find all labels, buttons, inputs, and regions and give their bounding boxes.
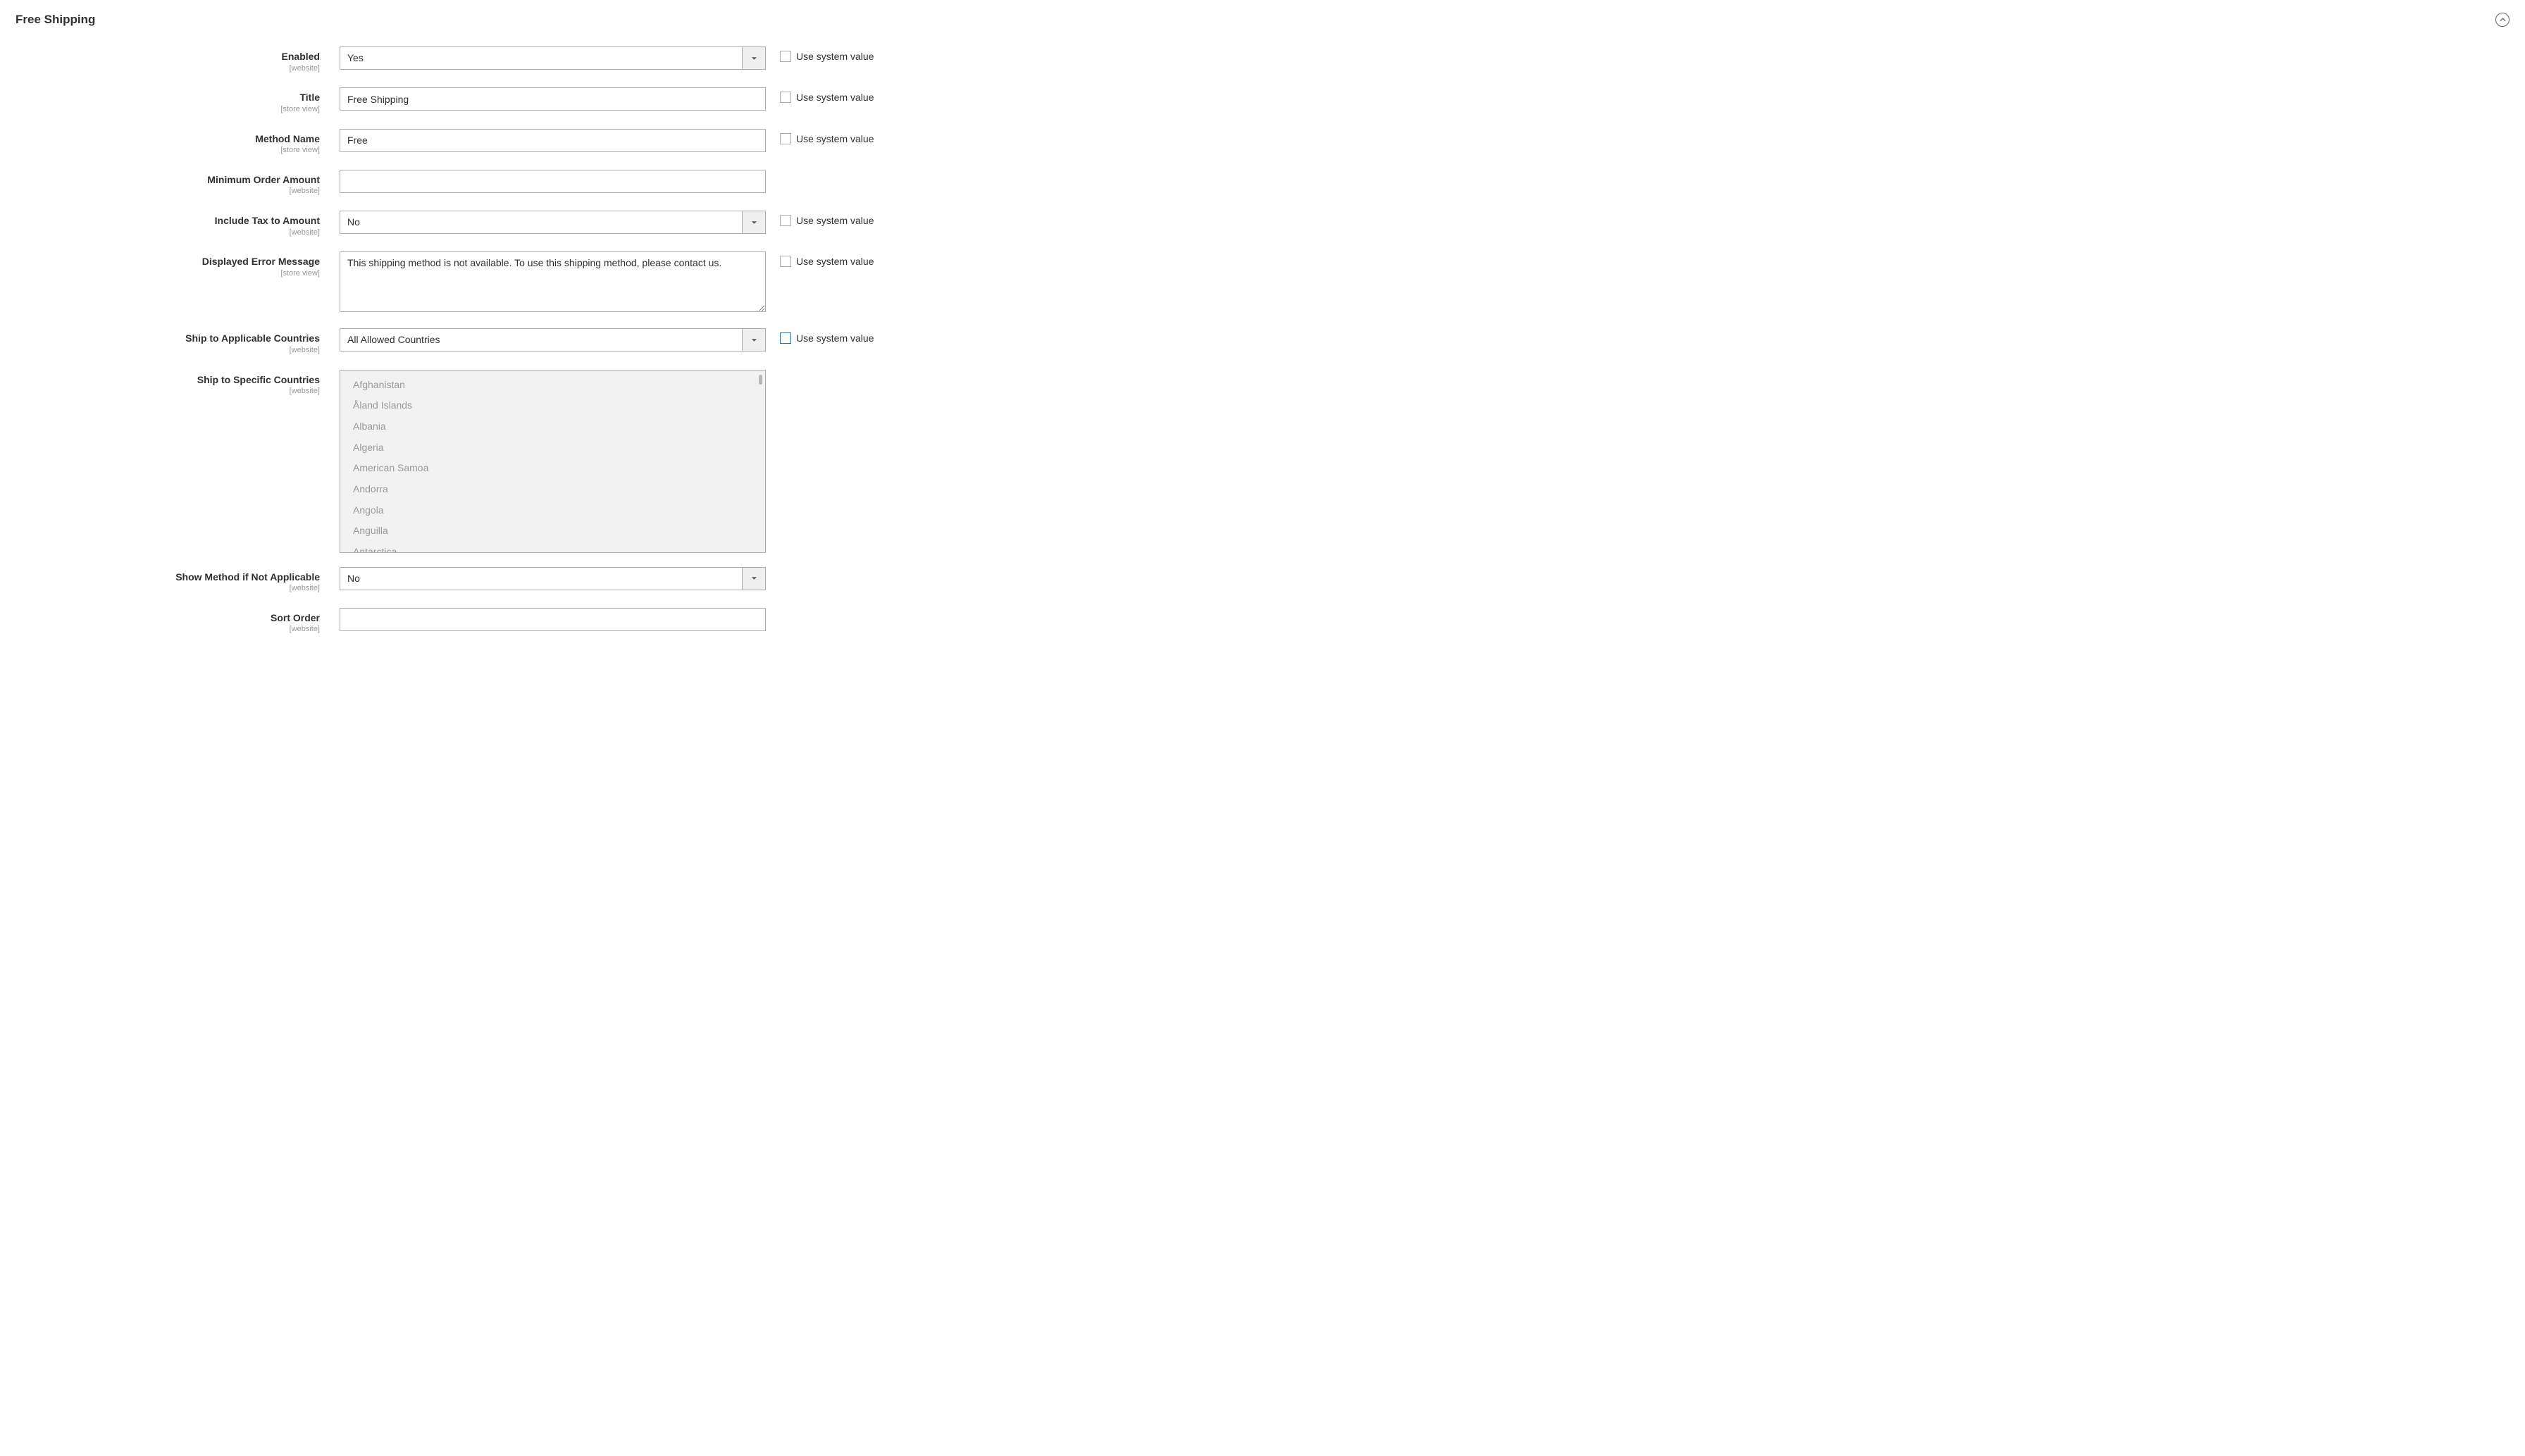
error-msg-use-system-checkbox[interactable]	[780, 256, 791, 267]
scope-include-tax: [website]	[15, 228, 320, 238]
country-option[interactable]: Åland Islands	[340, 395, 765, 416]
error-msg-use-system[interactable]: Use system value	[766, 251, 874, 267]
enabled-select-btn[interactable]	[742, 47, 765, 69]
scope-title: [store view]	[15, 105, 320, 115]
label-min-order: Minimum Order Amount	[15, 174, 320, 187]
ship-applicable-select[interactable]: All Allowed Countries	[340, 328, 766, 351]
ship-applicable-use-system[interactable]: Use system value	[766, 328, 874, 344]
country-option[interactable]: Algeria	[340, 437, 765, 459]
country-option[interactable]: Albania	[340, 416, 765, 437]
scope-error-msg: [store view]	[15, 269, 320, 279]
sort-order-input[interactable]	[340, 608, 766, 631]
label-ship-specific: Ship to Specific Countries	[15, 374, 320, 387]
country-option[interactable]: Afghanistan	[340, 375, 765, 396]
chevron-down-icon	[751, 576, 757, 580]
title-use-system[interactable]: Use system value	[766, 87, 874, 103]
label-method-name: Method Name	[15, 133, 320, 146]
scope-method-name: [store view]	[15, 146, 320, 156]
include-tax-use-system-checkbox[interactable]	[780, 215, 791, 226]
include-tax-select[interactable]: No	[340, 211, 766, 234]
chevron-down-icon	[751, 338, 757, 342]
scope-min-order: [website]	[15, 187, 320, 197]
scope-enabled: [website]	[15, 64, 320, 74]
show-method-select[interactable]: No	[340, 567, 766, 590]
label-include-tax: Include Tax to Amount	[15, 215, 320, 228]
enabled-use-system[interactable]: Use system value	[766, 46, 874, 62]
enabled-use-system-checkbox[interactable]	[780, 51, 791, 62]
show-method-value: No	[340, 568, 742, 590]
label-enabled: Enabled	[15, 51, 320, 63]
ship-specific-multiselect[interactable]: AfghanistanÅland IslandsAlbaniaAlgeriaAm…	[340, 370, 766, 553]
scope-show-method: [website]	[15, 584, 320, 594]
ship-applicable-value: All Allowed Countries	[340, 329, 742, 351]
ship-applicable-use-system-label: Use system value	[796, 332, 874, 344]
collapse-toggle[interactable]	[2495, 13, 2510, 27]
method-name-use-system-label: Use system value	[796, 133, 874, 144]
label-error-msg: Displayed Error Message	[15, 256, 320, 268]
label-show-method: Show Method if Not Applicable	[15, 571, 320, 584]
error-msg-textarea[interactable]	[340, 251, 766, 312]
include-tax-use-system[interactable]: Use system value	[766, 211, 874, 226]
include-tax-use-system-label: Use system value	[796, 215, 874, 226]
title-use-system-checkbox[interactable]	[780, 92, 791, 103]
enabled-select[interactable]: Yes	[340, 46, 766, 70]
method-name-use-system-checkbox[interactable]	[780, 133, 791, 144]
ship-applicable-select-btn[interactable]	[742, 329, 765, 351]
scope-ship-specific: [website]	[15, 387, 320, 397]
country-option[interactable]: Angola	[340, 500, 765, 521]
country-option[interactable]: Antarctica	[340, 542, 765, 553]
scrollbar-thumb[interactable]	[759, 375, 762, 385]
label-ship-applicable: Ship to Applicable Countries	[15, 332, 320, 345]
include-tax-value: No	[340, 211, 742, 233]
include-tax-select-btn[interactable]	[742, 211, 765, 233]
show-method-select-btn[interactable]	[742, 568, 765, 590]
scope-ship-applicable: [website]	[15, 346, 320, 356]
section-title: Free Shipping	[15, 13, 95, 27]
method-name-use-system[interactable]: Use system value	[766, 129, 874, 144]
chevron-up-icon	[2500, 18, 2506, 22]
label-sort-order: Sort Order	[15, 612, 320, 625]
ship-applicable-use-system-checkbox[interactable]	[780, 332, 791, 344]
country-option[interactable]: Andorra	[340, 479, 765, 500]
enabled-value: Yes	[340, 47, 742, 69]
scope-sort-order: [website]	[15, 625, 320, 635]
min-order-input[interactable]	[340, 170, 766, 193]
country-option[interactable]: American Samoa	[340, 458, 765, 479]
title-input[interactable]	[340, 87, 766, 111]
method-name-input[interactable]	[340, 129, 766, 152]
title-use-system-label: Use system value	[796, 92, 874, 103]
label-title: Title	[15, 92, 320, 104]
chevron-down-icon	[751, 220, 757, 225]
chevron-down-icon	[751, 56, 757, 61]
country-option[interactable]: Anguilla	[340, 521, 765, 542]
enabled-use-system-label: Use system value	[796, 51, 874, 62]
error-msg-use-system-label: Use system value	[796, 256, 874, 267]
